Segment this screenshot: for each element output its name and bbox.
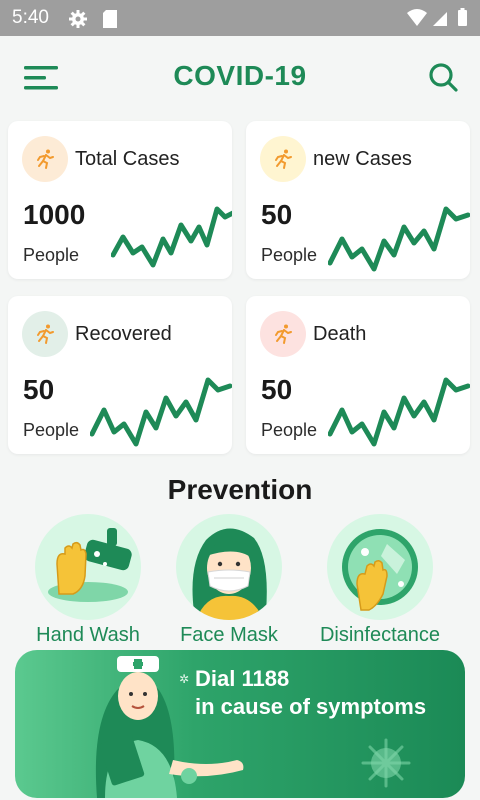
prevention-label: Hand Wash: [36, 624, 140, 646]
banner-line2: in cause of symptoms: [195, 694, 427, 719]
status-bar: 5:40: [0, 0, 480, 36]
card-unit: People: [261, 245, 318, 265]
disinfectance-illustration: [327, 514, 433, 620]
card-unit: People: [261, 420, 318, 440]
sparkline-chart: [111, 206, 232, 268]
cell-signal-icon: [433, 12, 447, 26]
prevention-item-hand-wash[interactable]: Hand Wash: [18, 514, 158, 647]
battery-icon: [458, 8, 467, 26]
card-value: 50: [261, 199, 293, 230]
sparkline-chart: [328, 377, 470, 447]
search-icon[interactable]: [428, 62, 460, 94]
app-bar: COVID-19: [0, 36, 480, 120]
card-label: Recovered: [75, 323, 172, 345]
stat-card-new-cases[interactable]: new Cases 50 People: [246, 121, 470, 279]
running-person-icon: [22, 311, 68, 357]
virus-icon: [361, 738, 411, 788]
running-person-icon: [260, 136, 306, 182]
dial-helpline-banner[interactable]: ✲ Dial 1188 in cause of symptoms: [15, 650, 465, 798]
running-person-icon: [22, 136, 68, 182]
card-value: 50: [261, 374, 293, 405]
card-unit: People: [23, 420, 80, 440]
card-unit: People: [23, 245, 80, 265]
card-label: Death: [313, 323, 367, 345]
sparkline-chart: [328, 206, 470, 272]
sparkle-icon: ✲: [179, 672, 190, 686]
card-value: 1000: [23, 199, 86, 230]
stat-card-recovered[interactable]: Recovered 50 People: [8, 296, 232, 454]
sparkline-chart: [90, 377, 232, 447]
prevention-heading: Prevention: [167, 474, 313, 505]
card-label: Total Cases: [75, 148, 180, 170]
stat-card-death[interactable]: Death 50 People: [246, 296, 470, 454]
settings-gear-icon: [68, 9, 88, 34]
card-label: new Cases: [313, 148, 412, 170]
banner-line1: Dial 1188: [195, 666, 290, 691]
sd-card-icon: [101, 9, 119, 34]
prevention-label: Disinfectance: [319, 624, 441, 646]
hand-wash-illustration: [35, 514, 141, 620]
prevention-item-face-mask[interactable]: Face Mask: [159, 514, 299, 647]
status-time: 5:40: [12, 7, 49, 28]
stat-card-total-cases[interactable]: Total Cases 1000 People: [8, 121, 232, 279]
face-mask-illustration: [176, 514, 282, 620]
prevention-label: Face Mask: [180, 624, 278, 646]
status-right-icons: [406, 8, 472, 33]
card-value: 50: [23, 374, 55, 405]
running-person-icon: [260, 311, 306, 357]
page-title: COVID-19: [173, 60, 307, 91]
wifi-icon: [407, 9, 427, 26]
prevention-item-disinfectance[interactable]: Disinfectance: [310, 514, 450, 647]
